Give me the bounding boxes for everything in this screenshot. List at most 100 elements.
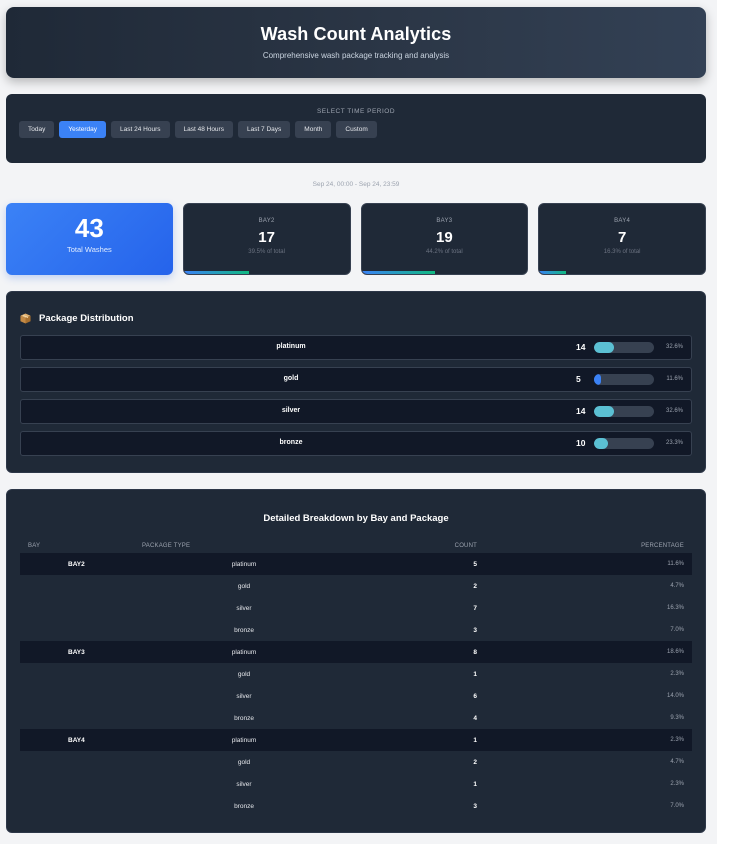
package-name: bronze [279,439,303,446]
cell-percentage: 14.0% [666,693,684,699]
cell-percentage: 11.6% [485,553,692,575]
cell-package-type: platinum [125,553,363,575]
package-progress-track [594,406,654,417]
package-percentage: 32.6% [665,344,683,350]
package-progress-track [594,342,654,353]
cell-percentage: 16.3% [666,605,684,611]
cell-bay [20,751,125,773]
cell-percentage: 4.7% [670,583,684,589]
time-period-buttons: Today Yesterday Last 24 Hours Last 48 Ho… [19,121,693,138]
cell-count: 5 [363,553,485,575]
cell-package-type: bronze [234,626,254,634]
time-period-title: SELECT TIME PERIOD [316,108,396,115]
cell-count: 3 [473,802,477,810]
cell-package-type: bronze [234,714,254,722]
page-scrollbar-track[interactable] [717,0,731,844]
breakdown-table-header: BAY PACKAGE TYPE COUNT PERCENTAGE [20,538,692,553]
table-row: BAY4 platinum 1 2.3% [20,729,692,751]
summary-cards: 43 Total Washes BAY2 17 39.5% of total B… [6,203,706,275]
period-button-yesterday[interactable]: Yesterday [59,121,107,138]
bay-card-progress-bar [539,271,567,274]
cell-percentage: 9.3% [670,715,684,721]
period-button-last-24-hours[interactable]: Last 24 Hours [111,121,170,138]
package-progress-fill [594,374,601,385]
cell-count: 2 [473,758,477,766]
cell-bay: BAY4 [20,729,125,751]
period-button-today[interactable]: Today [19,121,55,138]
bay-card-percentage: 16.3% of total [603,249,641,255]
period-button-last-48-hours[interactable]: Last 48 Hours [174,121,233,138]
bay-card-progress-bar [361,271,435,274]
package-distribution-title: Package Distribution [39,313,134,324]
bay-card-count: 17 [258,229,275,246]
bay-card-name: BAY4 [614,218,631,224]
cell-bay [20,795,125,817]
bay-card-bay4: BAY4 7 16.3% of total [538,203,706,275]
package-percentage: 32.6% [665,408,683,414]
column-header-count: COUNT [454,542,477,549]
period-button-custom[interactable]: Custom [336,121,377,138]
table-row: BAY3 platinum 8 18.6% [20,641,692,663]
cell-package-type: bronze [234,802,254,810]
detailed-breakdown-title: Detailed Breakdown by Bay and Package [263,513,449,524]
cell-bay: BAY2 [20,553,125,575]
cell-percentage: 2.3% [670,671,684,677]
date-range-text: Sep 24, 00:00 - Sep 24, 23:59 [312,181,400,188]
cell-bay [20,575,125,597]
package-progress-fill [594,438,608,449]
cell-percentage: 7.0% [670,627,684,633]
cell-count: 1 [473,670,477,678]
column-header-bay: BAY [28,542,41,549]
package-row-silver: silver 14 32.6% [20,399,692,424]
cell-bay [20,619,125,641]
table-row: silver 7 16.3% [20,597,692,619]
cell-package-type: gold [237,758,251,766]
cell-percentage: 2.3% [485,729,692,751]
bay-card-name: BAY3 [436,218,453,224]
page-subtitle: Comprehensive wash package tracking and … [262,51,450,60]
table-row: gold 2 4.7% [20,751,692,773]
cell-count: 3 [473,626,477,634]
package-progress-fill [594,342,614,353]
page-title: Wash Count Analytics [260,24,452,44]
bay-card-percentage: 44.2% of total [426,249,463,255]
package-count: 10 [576,438,586,448]
app-header: Wash Count Analytics Comprehensive wash … [6,7,706,78]
cell-percentage: 2.3% [670,781,684,787]
bay-card-percentage: 39.5% of total [248,249,285,255]
cell-bay [20,773,125,795]
cell-count: 6 [473,692,477,700]
total-washes-label: Total Washes [67,245,112,254]
cell-count: 1 [363,729,485,751]
cell-bay: BAY3 [20,641,125,663]
package-count: 5 [576,374,581,384]
cell-bay [20,597,125,619]
table-row: silver 6 14.0% [20,685,692,707]
breakdown-table: BAY PACKAGE TYPE COUNT PERCENTAGE BAY2 p… [20,538,692,817]
detailed-breakdown-panel: Detailed Breakdown by Bay and Package BA… [6,489,706,833]
package-percentage: 11.6% [666,376,683,382]
cell-package-type: platinum [125,729,363,751]
cell-bay [20,685,125,707]
package-row-platinum: platinum 14 32.6% [20,335,692,360]
cell-bay [20,707,125,729]
period-button-month[interactable]: Month [295,121,332,138]
cell-count: 1 [473,780,477,788]
cell-package-type: silver [236,692,252,700]
table-row: silver 1 2.3% [20,773,692,795]
bay-card-bay3: BAY3 19 44.2% of total [360,203,529,275]
page: Wash Count Analytics Comprehensive wash … [6,7,706,833]
period-button-last-7-days[interactable]: Last 7 Days [237,121,291,138]
cell-package-type: gold [237,670,251,678]
column-header-package-type: PACKAGE TYPE [125,538,363,553]
package-progress-track [594,374,654,385]
cell-count: 4 [473,714,477,722]
cell-package-type: gold [237,582,251,590]
package-distribution-list: platinum 14 32.6% gold 5 11.6% silver 14… [20,335,692,456]
cell-percentage: 4.7% [670,759,684,765]
package-box-icon [20,313,31,324]
cell-package-type: silver [236,780,252,788]
package-progress-track [594,438,654,449]
column-header-package-type-label: PACKAGE TYPE [142,542,191,549]
table-row: gold 1 2.3% [20,663,692,685]
